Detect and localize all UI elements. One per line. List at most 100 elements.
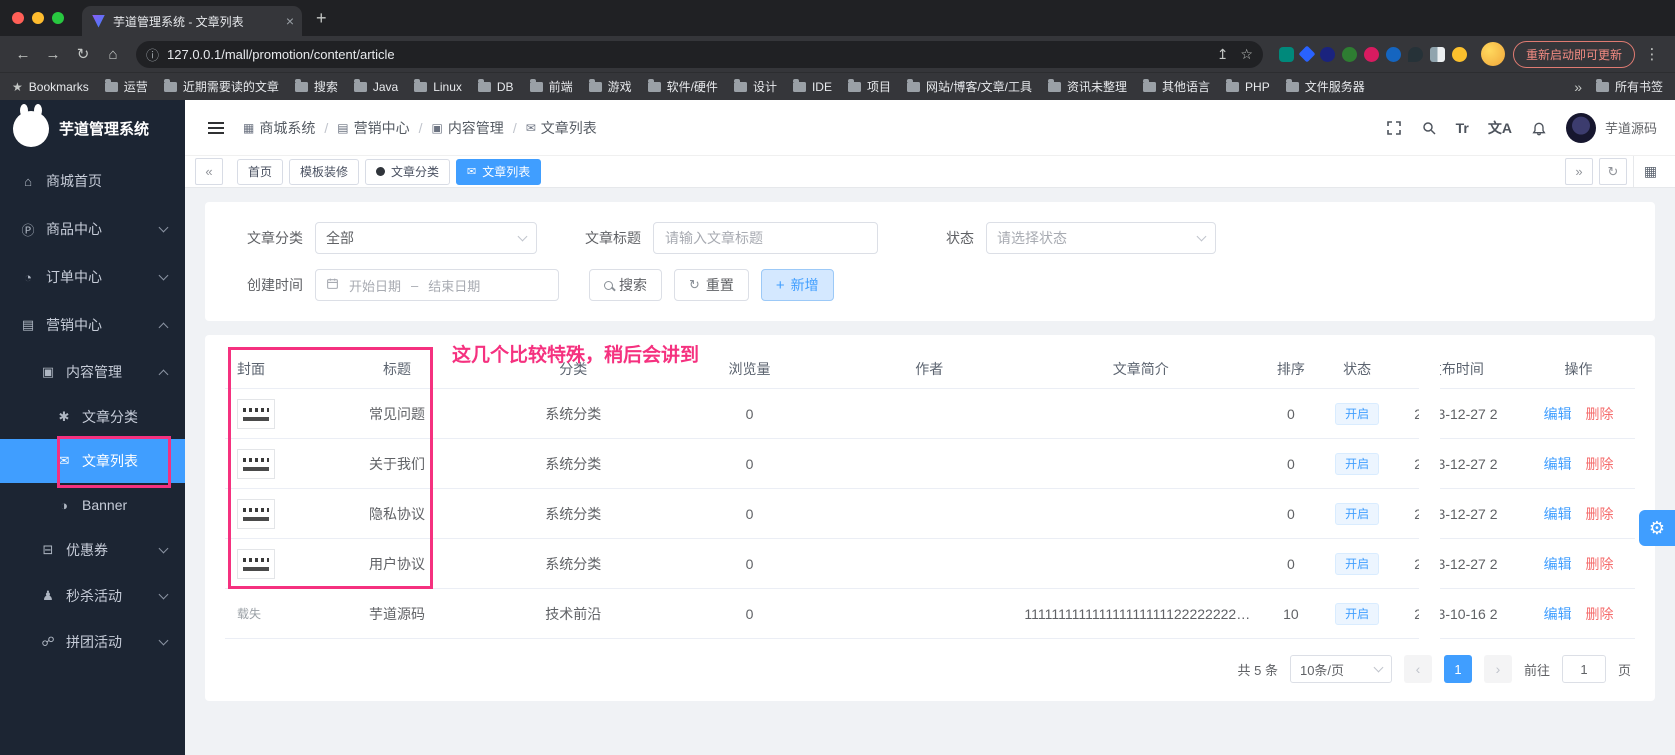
sidebar-item-content-management[interactable]: ▣ 内容管理	[0, 349, 185, 395]
back-icon[interactable]: ←	[10, 41, 36, 67]
extension-icon[interactable]	[1298, 45, 1316, 63]
page-size-select[interactable]: 10条/页	[1289, 655, 1392, 683]
browser-menu-icon[interactable]: ⋮	[1639, 41, 1665, 67]
bookmark-folder[interactable]: 软件/硬件	[647, 78, 718, 95]
bell-icon[interactable]	[1531, 120, 1547, 136]
edit-link[interactable]: 编辑	[1544, 606, 1572, 622]
category-select[interactable]: 全部	[315, 222, 537, 254]
edit-link[interactable]: 编辑	[1544, 506, 1572, 522]
breadcrumb-item-mall[interactable]: ▦ 商城系统	[243, 118, 315, 138]
prev-page-button[interactable]: ‹	[1403, 655, 1432, 683]
extension-icon[interactable]	[1407, 46, 1423, 62]
tag-template-decorate[interactable]: 模板装修	[289, 158, 360, 185]
bookmark-folder[interactable]: 设计	[733, 78, 777, 95]
date-range-picker[interactable]: 开始日期 – 结束日期	[315, 269, 559, 301]
window-minimize-button[interactable]	[32, 12, 44, 24]
extension-icon[interactable]	[1341, 46, 1357, 62]
sidebar-item-marketing-center[interactable]: ▤ 营销中心	[0, 301, 185, 349]
bookmark-star-icon[interactable]: ☆	[1240, 46, 1253, 63]
delete-link[interactable]: 删除	[1585, 556, 1613, 572]
breadcrumb-item-marketing[interactable]: ▤ 营销中心	[337, 118, 409, 138]
all-bookmarks[interactable]: 所有书签	[1595, 78, 1663, 95]
bookmark-item-root[interactable]: ★ Bookmarks	[12, 80, 89, 94]
url-bar[interactable]: ⓘ 127.0.0.1/mall/promotion/content/artic…	[136, 40, 1263, 68]
bookmark-folder[interactable]: 运营	[104, 78, 148, 95]
app-logo[interactable]: 芋道管理系统	[0, 100, 185, 157]
menu-toggle-icon[interactable]	[203, 115, 229, 141]
cover-thumbnail[interactable]	[237, 448, 275, 479]
extension-icon[interactable]	[1385, 46, 1401, 62]
bookmark-folder[interactable]: 近期需要读的文章	[163, 78, 279, 95]
sidebar-item-order-center[interactable]: ◔ 订单中心	[0, 253, 185, 301]
sidebar-item-banner[interactable]: ◑ Banner	[0, 483, 185, 527]
sidebar-item-article-category[interactable]: ✱ 文章分类	[0, 395, 185, 439]
delete-link[interactable]: 删除	[1585, 506, 1613, 522]
bookmark-folder[interactable]: 搜索	[294, 78, 338, 95]
relaunch-update-button[interactable]: 重新启动即可更新	[1512, 40, 1635, 68]
sidebar-item-product-center[interactable]: Ⓟ 商品中心	[0, 205, 185, 253]
bookmark-folder[interactable]: 其他语言	[1143, 78, 1210, 95]
user-avatar[interactable]	[1565, 112, 1596, 143]
status-select[interactable]: 请选择状态	[986, 222, 1216, 254]
sidebar-item-seckill[interactable]: ♟ 秒杀活动	[0, 573, 185, 619]
font-size-icon[interactable]: Tr	[1456, 120, 1469, 136]
cover-thumbnail[interactable]	[237, 398, 275, 429]
search-button[interactable]: 搜索	[589, 269, 662, 301]
tab-close-icon[interactable]: ×	[286, 13, 294, 29]
sidebar-item-article-list[interactable]: ✉ 文章列表	[0, 439, 185, 483]
window-zoom-button[interactable]	[52, 12, 64, 24]
browser-profile-avatar[interactable]	[1480, 42, 1505, 66]
sidebar-item-groupbuy[interactable]: ☍ 拼团活动	[0, 619, 185, 665]
home-icon[interactable]: ⌂	[100, 41, 126, 67]
bookmark-folder[interactable]: 前端	[529, 78, 573, 95]
reload-icon[interactable]: ↻	[70, 41, 96, 67]
tag-article-list[interactable]: ✉ 文章列表	[456, 158, 542, 185]
new-tab-button[interactable]: +	[316, 8, 327, 29]
delete-link[interactable]: 删除	[1585, 606, 1613, 622]
cover-thumbnail[interactable]	[237, 548, 275, 579]
extension-icon[interactable]	[1363, 46, 1379, 62]
fullscreen-icon[interactable]	[1386, 120, 1402, 136]
site-info-icon[interactable]: ⓘ	[146, 45, 159, 64]
extension-icon[interactable]	[1451, 46, 1467, 62]
tag-home[interactable]: 首页	[237, 158, 284, 185]
bookmark-folder[interactable]: 项目	[847, 78, 891, 95]
edit-link[interactable]: 编辑	[1544, 406, 1572, 422]
bookmark-folder[interactable]: DB	[477, 78, 514, 94]
tags-refresh-icon[interactable]: ↻	[1599, 158, 1627, 185]
tags-collapse-right-icon[interactable]: »	[1565, 158, 1593, 185]
bookmark-folder[interactable]: 资讯未整理	[1048, 78, 1127, 95]
bookmark-folder[interactable]: 游戏	[588, 78, 632, 95]
bookmark-folder[interactable]: PHP	[1226, 78, 1270, 94]
sidebar-item-mall-home[interactable]: ⌂ 商城首页	[0, 157, 185, 205]
window-close-button[interactable]	[12, 12, 24, 24]
goto-page-input[interactable]	[1561, 655, 1606, 683]
bookmark-folder[interactable]: 网站/博客/文章/工具	[906, 78, 1032, 95]
browser-tab[interactable]: 芋道管理系统 - 文章列表 ×	[82, 6, 302, 36]
extension-icon[interactable]	[1319, 46, 1335, 62]
bookmarks-overflow-icon[interactable]: »	[1574, 79, 1582, 95]
delete-link[interactable]: 删除	[1585, 406, 1613, 422]
extension-icon[interactable]	[1278, 46, 1294, 62]
current-page-button[interactable]: 1	[1443, 655, 1472, 683]
layout-grid-icon[interactable]: ▦	[1633, 156, 1667, 187]
edit-link[interactable]: 编辑	[1544, 456, 1572, 472]
reset-button[interactable]: ↻ 重置	[674, 269, 749, 301]
next-page-button[interactable]: ›	[1483, 655, 1512, 683]
search-icon[interactable]	[1421, 120, 1437, 136]
bookmark-folder[interactable]: IDE	[792, 78, 832, 94]
delete-link[interactable]: 删除	[1585, 456, 1613, 472]
sidebar-item-coupon[interactable]: ⊟ 优惠券	[0, 527, 185, 573]
add-button[interactable]: + 新增	[760, 269, 834, 301]
cover-thumbnail[interactable]	[237, 498, 275, 529]
username[interactable]: 芋道源码	[1605, 118, 1657, 137]
article-title-input[interactable]	[653, 222, 878, 254]
edit-link[interactable]: 编辑	[1544, 556, 1572, 572]
extension-icon[interactable]	[1429, 46, 1445, 62]
bookmark-folder[interactable]: 文件服务器	[1285, 78, 1365, 95]
share-icon[interactable]: ↥	[1217, 46, 1229, 63]
breadcrumb-item-content[interactable]: ▣ 内容管理	[431, 118, 503, 138]
translate-icon[interactable]: 文A	[1488, 118, 1512, 138]
breadcrumb-item-article-list[interactable]: ✉ 文章列表	[526, 118, 597, 138]
tags-collapse-left-icon[interactable]: «	[195, 158, 223, 185]
